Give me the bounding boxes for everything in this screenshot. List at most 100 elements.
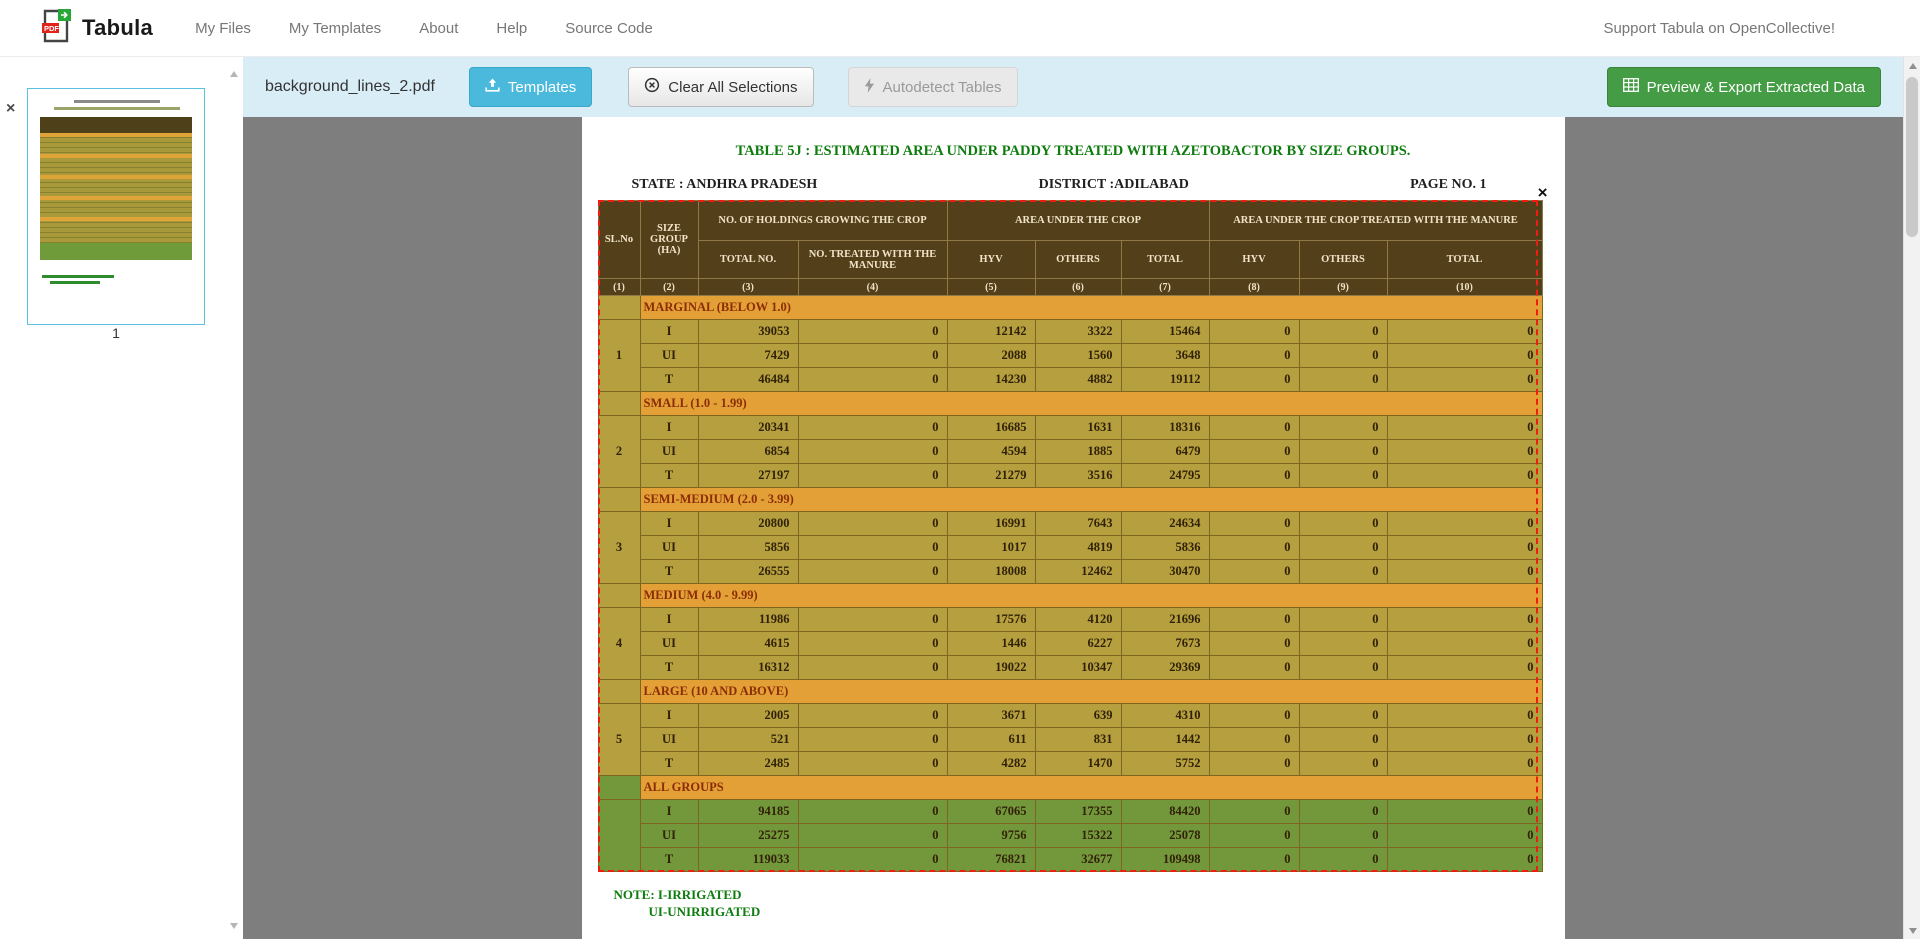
brand[interactable]: PDF Tabula [42,8,153,49]
value-cell: 0 [1299,848,1387,872]
sidebar-scroll-down-icon[interactable] [230,923,238,929]
lightning-bolt-icon [864,78,875,97]
toolbar: background_lines_2.pdf Templates Clear A… [243,57,1903,117]
row-type-cell: T [640,752,698,776]
col-number-cell: (3) [698,279,798,296]
value-cell: 0 [798,416,947,440]
row-type-cell: T [640,368,698,392]
value-cell: 0 [798,368,947,392]
table-data-row: 1I39053012142332215464000 [598,320,1542,344]
value-cell: 0 [1387,320,1542,344]
value-cell: 21279 [947,464,1035,488]
row-type-cell: UI [640,536,698,560]
col-number-cell: (1) [598,279,640,296]
scrollbar-thumb[interactable] [1906,77,1918,237]
value-cell: 0 [798,464,947,488]
nav-item-my-files[interactable]: My Files [195,20,251,37]
pdf-notes: NOTE: I-IRRIGATED UI-UNIRRIGATED [614,886,1565,920]
row-type-cell: UI [640,632,698,656]
remove-page-button[interactable]: × [6,101,15,117]
scroll-down-button[interactable] [1904,922,1920,939]
thumb-title-line [74,100,160,103]
page-thumbnail[interactable] [27,88,205,325]
size-group-label: LARGE (10 AND ABOVE) [640,680,1542,704]
pdf-page[interactable]: TABLE 5J : ESTIMATED AREA UNDER PADDY TR… [582,117,1565,939]
templates-button[interactable]: Templates [469,67,592,107]
value-cell: 639 [1035,704,1121,728]
nav-item-help[interactable]: Help [496,20,527,37]
selection-area: SL.No SIZE GROUP (HA) NO. OF HOLDINGS GR… [598,200,1542,872]
value-cell: 5856 [698,536,798,560]
value-cell: 0 [1299,536,1387,560]
row-type-cell: I [640,320,698,344]
row-type-cell: UI [640,440,698,464]
value-cell: 0 [1387,656,1542,680]
value-cell: 2485 [698,752,798,776]
table-data-row: UI74290208815603648000 [598,344,1542,368]
value-cell: 0 [798,512,947,536]
value-cell: 46484 [698,368,798,392]
value-cell: 0 [1387,440,1542,464]
value-cell: 0 [798,608,947,632]
value-cell: 0 [1299,752,1387,776]
value-cell: 0 [1387,728,1542,752]
value-cell: 16312 [698,656,798,680]
value-cell: 94185 [698,800,798,824]
value-cell: 26555 [698,560,798,584]
clear-circle-x-icon [644,77,660,97]
value-cell: 0 [1299,800,1387,824]
scroll-up-button[interactable] [1904,57,1920,74]
clear-all-selections-button[interactable]: Clear All Selections [628,67,813,107]
value-cell: 0 [1387,344,1542,368]
autodetect-tables-button[interactable]: Autodetect Tables [848,67,1018,107]
value-cell: 3516 [1035,464,1121,488]
value-cell: 0 [1387,368,1542,392]
value-cell: 4615 [698,632,798,656]
pdf-meta-row: STATE : ANDHRA PRADESH DISTRICT :ADILABA… [582,177,1565,193]
sl-number-cell: 4 [598,608,640,680]
value-cell: 7673 [1121,632,1209,656]
nav-item-my-templates[interactable]: My Templates [289,20,381,37]
value-cell: 7429 [698,344,798,368]
support-link[interactable]: Support Tabula on OpenCollective! [1603,20,1835,37]
delete-selection-button[interactable]: × [1538,184,1548,201]
row-type-cell: T [640,560,698,584]
nav-item-about[interactable]: About [419,20,458,37]
sl-cell [598,776,640,800]
value-cell: 11986 [698,608,798,632]
value-cell: 0 [798,800,947,824]
row-type-cell: T [640,464,698,488]
value-cell: 0 [1209,752,1299,776]
table-data-row: 2I20341016685163118316000 [598,416,1542,440]
value-cell: 25078 [1121,824,1209,848]
value-cell: 4120 [1035,608,1121,632]
header-holdings-group: NO. OF HOLDINGS GROWING THE CROP [698,201,947,241]
value-cell: 0 [1209,704,1299,728]
table-data-row: 3I20800016991764324634000 [598,512,1542,536]
value-cell: 17355 [1035,800,1121,824]
value-cell: 0 [1387,512,1542,536]
preview-export-button[interactable]: Preview & Export Extracted Data [1607,67,1881,107]
value-cell: 1442 [1121,728,1209,752]
nav-item-source-code[interactable]: Source Code [565,20,653,37]
col-number-cell: (9) [1299,279,1387,296]
value-cell: 3671 [947,704,1035,728]
value-cell: 2088 [947,344,1035,368]
value-cell: 16991 [947,512,1035,536]
sl-cell [598,680,640,704]
page-no-label: PAGE NO. 1 [1410,177,1486,193]
tabula-logo-icon: PDF [42,8,72,49]
vertical-scrollbar[interactable] [1903,57,1920,939]
table-data-row: UI25275097561532225078000 [598,824,1542,848]
autodetect-button-label: Autodetect Tables [883,79,1002,96]
value-cell: 15322 [1035,824,1121,848]
header-others: OTHERS [1035,241,1121,279]
value-cell: 1017 [947,536,1035,560]
sl-number-cell: 1 [598,320,640,392]
sidebar-scroll-up-icon[interactable] [230,71,238,77]
col-number-cell: (4) [798,279,947,296]
value-cell: 0 [1387,632,1542,656]
value-cell: 0 [798,536,947,560]
header-hyv: HYV [947,241,1035,279]
value-cell: 1885 [1035,440,1121,464]
